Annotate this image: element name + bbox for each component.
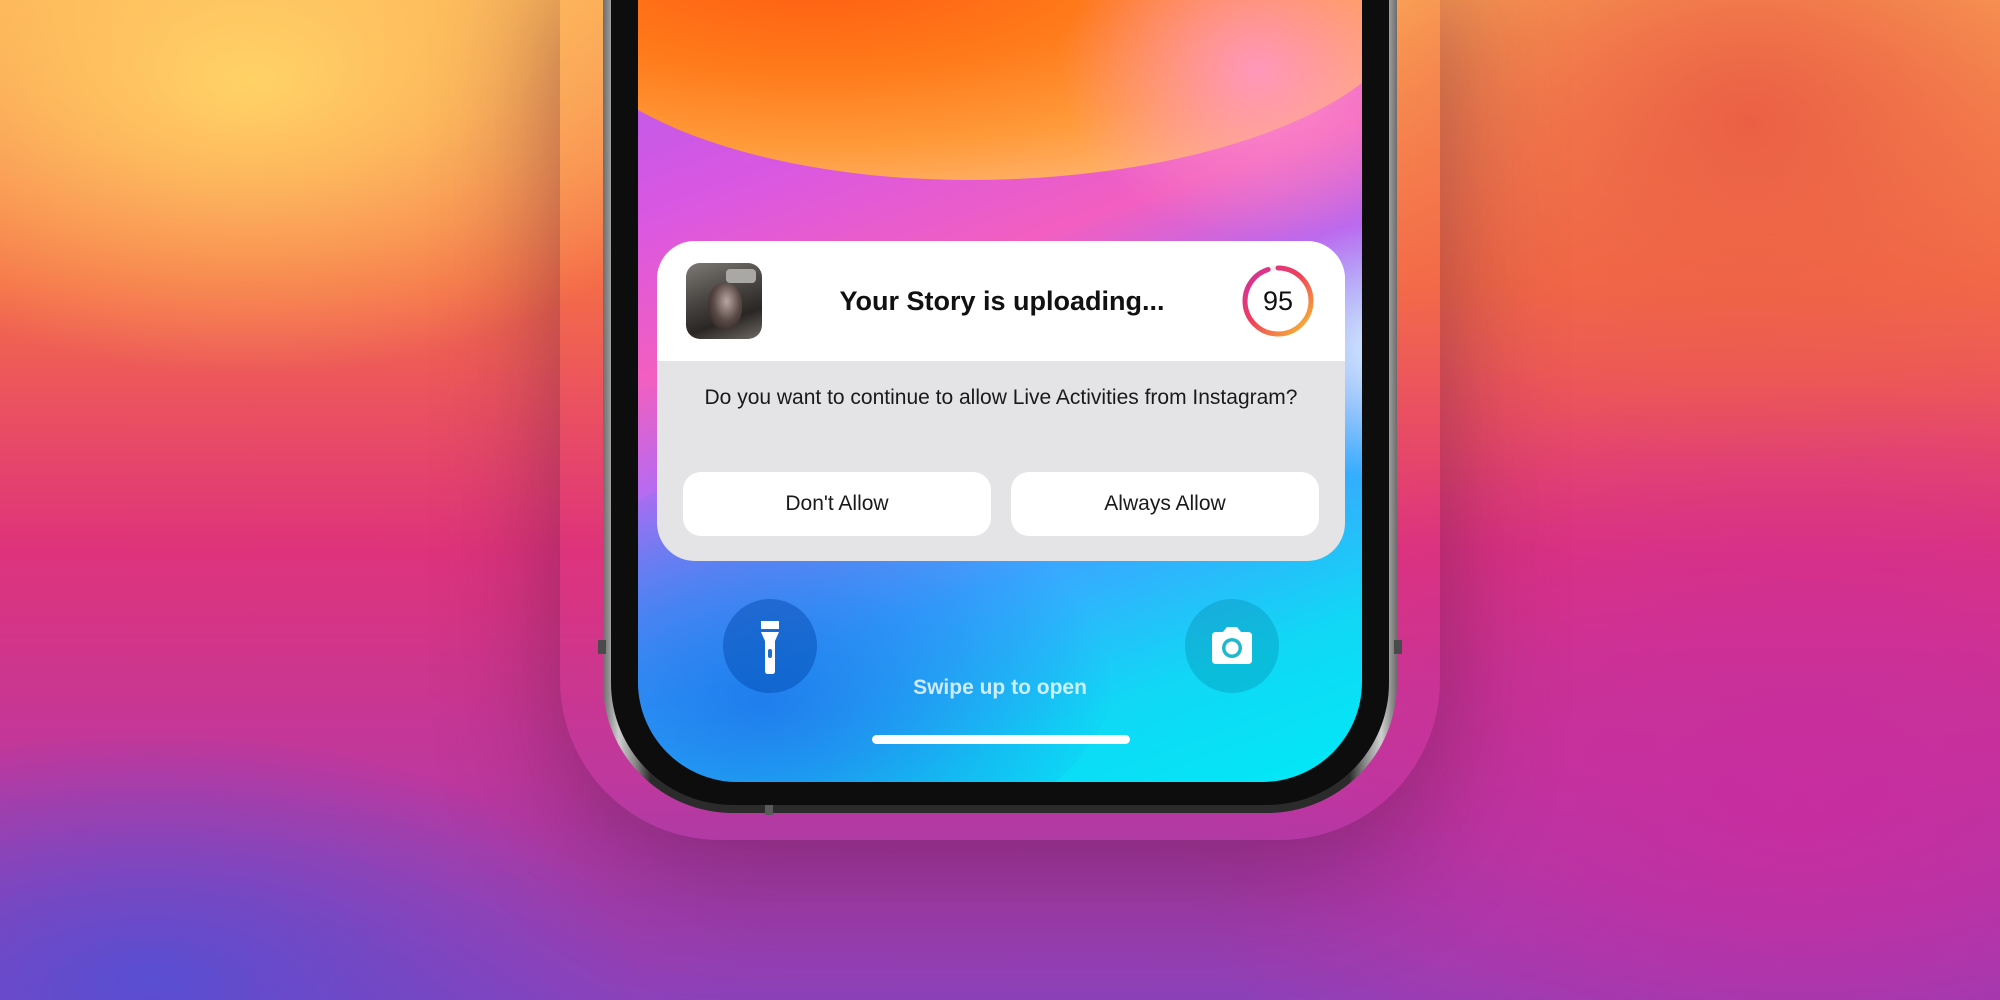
live-activity-title: Your Story is uploading... [839,286,1165,316]
phone-side-button-left [598,640,606,654]
thumbnail-subject [708,283,742,329]
always-allow-button[interactable]: Always Allow [1011,472,1319,536]
permission-prompt: Do you want to continue to allow Live Ac… [704,386,1298,409]
home-indicator[interactable] [872,735,1130,744]
phone-antenna-line [765,805,773,815]
phone-side-button-right [1394,640,1402,654]
upload-progress-value: 95 [1262,286,1294,316]
dont-allow-button[interactable]: Don't Allow [683,472,991,536]
live-activity-header: Your Story is uploading... 95 [657,241,1345,361]
live-activity-card: Your Story is uploading... 95 Do you wan… [657,241,1345,561]
swipe-up-hint: Swipe up to open [913,676,1087,699]
story-thumbnail [686,263,762,339]
thumbnail-background-detail [726,269,756,283]
wallpaper-pink-glow [1058,0,1362,240]
